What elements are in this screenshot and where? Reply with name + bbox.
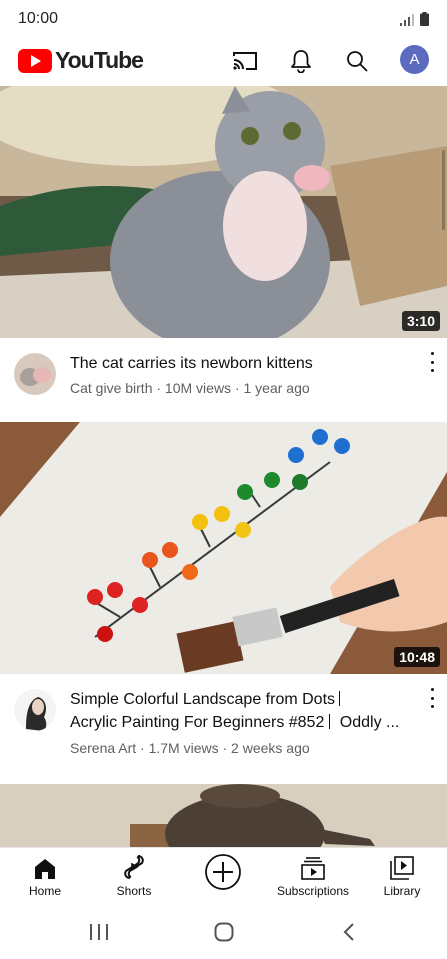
nav-library[interactable]: Library	[357, 848, 447, 904]
more-options-button[interactable]	[427, 688, 437, 708]
recents-icon[interactable]	[89, 923, 109, 941]
video-title[interactable]: The cat carries its newborn kittens	[70, 352, 415, 375]
logo-text: YouTube	[55, 47, 144, 73]
nav-home[interactable]: Home	[0, 848, 90, 904]
video-title[interactable]: Simple Colorful Landscape from Dots Acry…	[70, 688, 415, 734]
subscriptions-icon	[301, 857, 325, 880]
nav-shorts[interactable]: Shorts	[89, 848, 179, 904]
cast-button[interactable]	[230, 46, 260, 76]
video-card[interactable]	[0, 784, 447, 854]
system-navigation-bar	[0, 903, 447, 959]
video-thumbnail[interactable]: 10:48	[0, 422, 447, 674]
video-card[interactable]: 3:10 The cat carries its newborn kittens…	[0, 86, 447, 422]
cast-icon	[233, 52, 257, 70]
search-button[interactable]	[342, 46, 372, 76]
status-bar: 10:00	[0, 0, 447, 38]
avatar-letter: A	[409, 51, 420, 68]
bell-icon	[291, 50, 311, 73]
nav-shorts-label: Shorts	[116, 884, 152, 898]
cat-thumbnail-image	[0, 86, 447, 338]
video-duration: 3:10	[401, 311, 440, 331]
back-icon[interactable]	[342, 923, 356, 941]
search-icon	[347, 51, 368, 72]
title-separator	[328, 714, 330, 729]
kebab-dot	[430, 696, 434, 700]
kebab-dot	[430, 360, 434, 364]
video-duration: 10:48	[394, 647, 440, 667]
video-subline: Serena Art · 1.7M views · 2 weeks ago	[70, 740, 310, 756]
video-thumbnail[interactable]	[0, 784, 447, 854]
home-circle-icon[interactable]	[214, 922, 234, 942]
channel-avatar[interactable]	[14, 689, 56, 731]
teapot-thumbnail-image	[0, 784, 447, 854]
nav-library-label: Library	[383, 884, 421, 898]
video-meta[interactable]: The cat carries its newborn kittens Cat …	[0, 338, 447, 422]
video-title-line-1: Simple Colorful Landscape from Dots	[70, 691, 340, 708]
kebab-dot	[430, 352, 434, 355]
feed-scrollbar[interactable]	[442, 150, 445, 230]
home-icon	[35, 859, 55, 879]
kebab-dot	[430, 369, 434, 372]
channel-avatar[interactable]	[14, 353, 56, 395]
nav-home-label: Home	[28, 884, 61, 898]
nav-subscriptions-label: Subscriptions	[276, 884, 350, 898]
shorts-icon	[124, 855, 144, 879]
create-icon	[205, 854, 241, 890]
nav-create[interactable]	[178, 848, 268, 904]
channel-avatar-image	[14, 353, 56, 395]
app-bar: YouTube	[0, 38, 447, 84]
painting-thumbnail-image	[0, 422, 447, 674]
signal-icon	[400, 14, 414, 26]
youtube-logo[interactable]: YouTube	[18, 47, 144, 74]
nav-subscriptions[interactable]: Subscriptions	[268, 848, 358, 904]
video-subline: Cat give birth · 10M views · 1 year ago	[70, 380, 310, 396]
kebab-dot	[430, 688, 434, 691]
channel-avatar-image	[14, 689, 56, 731]
bottom-navigation: Home Shorts Subscriptions Library	[0, 847, 447, 904]
status-icons	[400, 12, 429, 26]
library-icon	[390, 856, 414, 880]
battery-icon	[420, 12, 429, 26]
youtube-play-icon	[18, 48, 52, 73]
title-separator	[339, 691, 341, 706]
kebab-dot	[430, 705, 434, 708]
video-title-line-2: Acrylic Painting For Beginners #852	[70, 714, 329, 731]
status-time: 10:00	[18, 10, 59, 27]
video-card[interactable]: 10:48 Simple Colorful Landscape from Dot…	[0, 422, 447, 784]
account-avatar[interactable]: A	[400, 45, 429, 74]
notifications-button[interactable]	[286, 46, 316, 76]
video-title-line-2-tail: Oddly ...	[339, 714, 400, 731]
video-feed[interactable]: 3:10 The cat carries its newborn kittens…	[0, 86, 447, 854]
more-options-button[interactable]	[427, 352, 437, 372]
video-thumbnail[interactable]: 3:10	[0, 86, 447, 338]
video-meta[interactable]: Simple Colorful Landscape from Dots Acry…	[0, 674, 447, 784]
